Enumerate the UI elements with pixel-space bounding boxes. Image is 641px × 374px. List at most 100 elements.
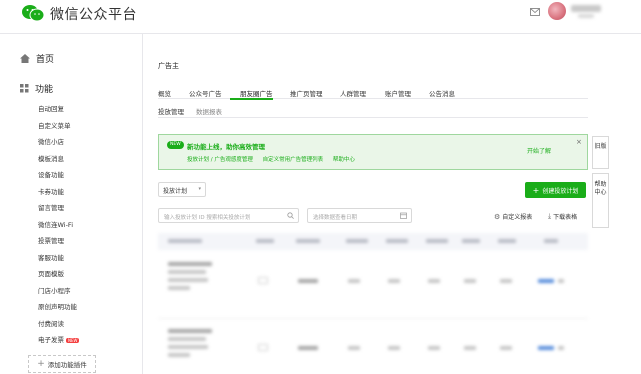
sidebar-home[interactable]: 首页: [20, 52, 54, 65]
active-tab-indicator: [230, 98, 273, 100]
download-label: 下载表格: [553, 214, 578, 221]
table-header: [158, 233, 588, 250]
create-plan-button[interactable]: + 创建投放计划: [525, 182, 586, 198]
cell-placeholder: [428, 346, 440, 350]
sidebar-features[interactable]: 功能: [20, 82, 53, 95]
cell-placeholder: [464, 279, 476, 283]
cell-placeholder: [464, 346, 476, 350]
cell-placeholder: [168, 270, 206, 274]
search-icon[interactable]: [287, 212, 294, 219]
page-title: 广告主: [158, 62, 179, 70]
cell-placeholder: [168, 262, 212, 266]
search-placeholder: 输入投放计划 ID 搜索相关投放计划: [164, 215, 251, 221]
table-row[interactable]: [158, 253, 588, 319]
plan-search-input[interactable]: 输入投放计划 ID 搜索相关投放计划: [158, 208, 299, 223]
plan-type-value: 投放计划: [163, 188, 188, 195]
sidebar-item-e-invoice[interactable]: 电子发票 NEW: [38, 334, 80, 344]
sidebar-home-label: 首页: [36, 55, 55, 65]
cell-placeholder: [168, 345, 208, 349]
cell-placeholder: [168, 278, 208, 282]
notice-link-plans[interactable]: 投放计划 / 广告观感度管理: [187, 157, 253, 163]
tab-moments-ads[interactable]: 朋友圈广告: [240, 88, 273, 98]
column-header: [346, 239, 368, 243]
top-bar: 微信公众平台: [0, 0, 641, 34]
sidebar-item-votes[interactable]: 投票管理: [38, 235, 64, 245]
cell-placeholder: [168, 353, 190, 357]
tab-account[interactable]: 账户管理: [385, 88, 411, 98]
sidebar-item-e-invoice-label: 电子发票: [38, 336, 64, 344]
sidebar-item-customer-service[interactable]: 客服功能: [38, 252, 64, 262]
tab-audiences[interactable]: 人群管理: [340, 88, 366, 98]
mail-icon[interactable]: [530, 8, 540, 16]
custom-report-button[interactable]: ⚙ 自定义报表: [494, 212, 533, 222]
sidebar-item-original-claim[interactable]: 原创声明功能: [38, 301, 77, 311]
app-title: 微信公众平台: [50, 7, 137, 23]
account-name[interactable]: [571, 5, 601, 12]
cell-placeholder: [428, 279, 440, 283]
sidebar-item-device[interactable]: 设备功能: [38, 169, 64, 179]
gear-icon: ⚙: [494, 212, 501, 221]
sidebar-item-paid-reading[interactable]: 付费阅读: [38, 318, 64, 328]
notice-link-custom-list[interactable]: 自定义常用广告管理列表: [263, 157, 324, 163]
notice-start-link[interactable]: 开始了解: [527, 146, 551, 155]
cell-placeholder: [298, 279, 318, 283]
plus-icon: +: [532, 185, 540, 195]
table-row[interactable]: [158, 320, 588, 374]
tab-overview[interactable]: 概览: [158, 88, 171, 98]
chevron-down-icon: ▾: [198, 186, 201, 192]
status-badge: [258, 277, 268, 284]
grid-icon: [20, 84, 29, 93]
cell-placeholder: [500, 279, 512, 283]
feature-notice: NEW 新功能上线，助你高效管理 投放计划 / 广告观感度管理 自定义常用广告管…: [158, 134, 588, 170]
add-plugin-button[interactable]: + 添加功能插件: [28, 355, 96, 373]
sidebar-item-store-miniprogram[interactable]: 门店小程序: [38, 285, 71, 295]
help-center-button[interactable]: 帮助中心: [592, 173, 609, 228]
column-header: [544, 239, 558, 243]
notice-link-help[interactable]: 帮助中心: [333, 157, 355, 163]
column-header: [296, 239, 320, 243]
column-header: [386, 239, 408, 243]
cell-placeholder: [348, 279, 360, 283]
sidebar-item-template-messages[interactable]: 模板消息: [38, 153, 64, 163]
download-table-button[interactable]: ⤓ 下载表格: [548, 212, 577, 221]
tab-official-account-ads[interactable]: 公众号广告: [189, 88, 222, 98]
sidebar-item-custom-menu[interactable]: 自定义菜单: [38, 120, 71, 130]
plan-type-select[interactable]: 投放计划 ▾: [158, 182, 206, 197]
calendar-icon[interactable]: [400, 212, 407, 219]
main-content: 广告主 概览 公众号广告 朋友圈广告 推广页管理 人群管理 账户管理 公告消息 …: [143, 34, 641, 374]
sidebar-features-label: 功能: [35, 85, 54, 95]
cell-placeholder: [388, 346, 400, 350]
sidebar-item-page-templates[interactable]: 页面模版: [38, 268, 64, 278]
old-version-button[interactable]: 旧版: [592, 136, 609, 169]
column-header: [256, 239, 274, 243]
subtab-delivery-management[interactable]: 投放管理: [158, 106, 184, 116]
close-icon[interactable]: ×: [576, 138, 582, 146]
column-header: [426, 239, 448, 243]
new-badge: NEW: [66, 337, 80, 343]
cell-placeholder: [500, 346, 512, 350]
wechat-logo-icon[interactable]: [22, 4, 44, 22]
sidebar-item-wechat-store[interactable]: 微信小店: [38, 136, 64, 146]
sidebar-item-comments[interactable]: 留言管理: [38, 202, 64, 212]
column-header: [498, 239, 516, 243]
sidebar-item-wifi[interactable]: 微信连Wi-Fi: [38, 219, 73, 229]
custom-report-label: 自定义报表: [502, 214, 533, 221]
sidebar: 首页 功能 自动回复 自定义菜单 微信小店 模板消息 设备功能 卡券功能 留言管…: [0, 34, 143, 374]
tab-announcements[interactable]: 公告消息: [429, 88, 455, 98]
floating-panel: 旧版 帮助中心: [592, 136, 609, 228]
cell-placeholder: [388, 279, 400, 283]
account-sub: [578, 14, 594, 18]
main-tabs: 概览 公众号广告 朋友圈广告 推广页管理 人群管理 账户管理 公告消息: [158, 84, 588, 99]
divider: [158, 117, 588, 118]
cell-placeholder: [558, 279, 564, 283]
new-tag: NEW: [167, 141, 184, 149]
row-action-link[interactable]: [538, 346, 554, 350]
sidebar-item-coupons[interactable]: 卡券功能: [38, 186, 64, 196]
date-picker-input[interactable]: 选择数据查看日期: [307, 208, 412, 223]
subtab-data-reports[interactable]: 数据报表: [196, 106, 222, 116]
sidebar-item-auto-reply[interactable]: 自动回复: [38, 103, 64, 113]
row-action-link[interactable]: [538, 279, 554, 283]
cell-placeholder: [168, 329, 212, 333]
tab-landing-pages[interactable]: 推广页管理: [290, 88, 323, 98]
avatar[interactable]: [548, 2, 566, 20]
